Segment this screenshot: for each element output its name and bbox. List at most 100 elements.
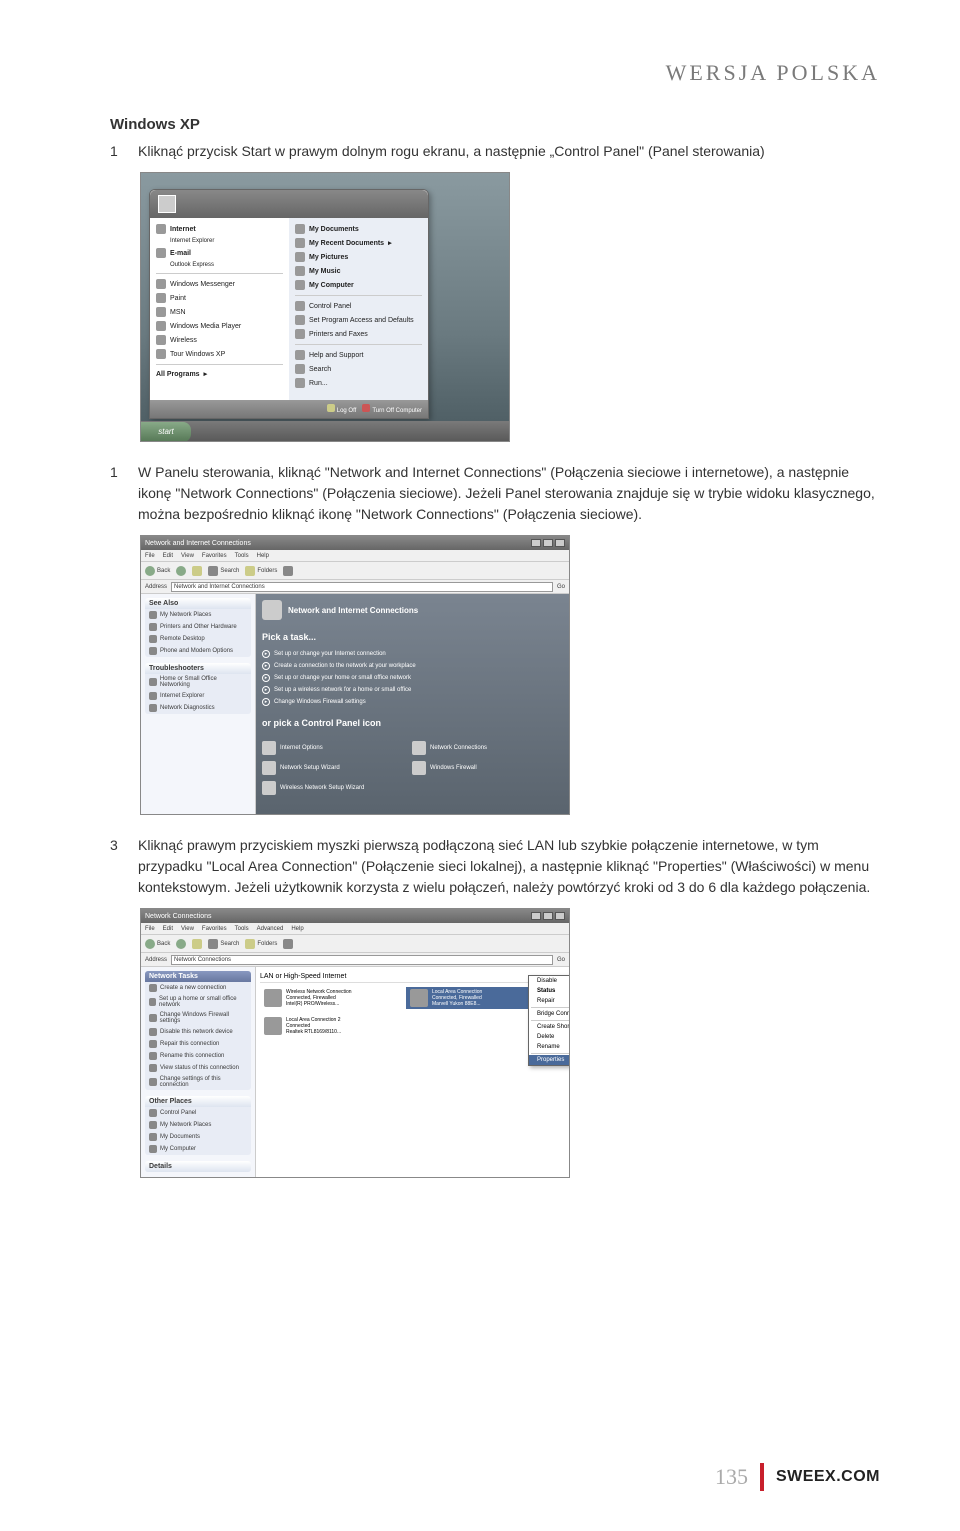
sidebar-item[interactable]: Create a new connection [145, 982, 251, 994]
views-button[interactable] [283, 566, 293, 576]
cp-icon-link[interactable]: Network Setup Wizard [262, 758, 382, 778]
context-status[interactable]: Status [529, 986, 570, 996]
sidebar-item[interactable]: My Network Places [145, 609, 251, 621]
sidebar-item[interactable]: Remote Desktop [145, 633, 251, 645]
sidebar-item[interactable]: Phone and Modem Options [145, 645, 251, 657]
cp-icon-link[interactable]: Windows Firewall [412, 758, 532, 778]
sidebar-item[interactable]: Printers and Other Hardware [145, 621, 251, 633]
back-button[interactable]: Back [145, 939, 170, 949]
sidebar-item[interactable]: Home or Small Office Networking [145, 674, 251, 690]
minimize-button[interactable] [531, 539, 541, 547]
task-link[interactable]: ▸Set up or change your home or small off… [262, 672, 563, 684]
sidebar-item[interactable]: Change Windows Firewall settings [145, 1010, 251, 1026]
sidebar-item[interactable]: My Documents [145, 1131, 251, 1143]
task-link[interactable]: ▸Set up a wireless network for a home or… [262, 684, 563, 696]
start-item[interactable]: Search [291, 362, 426, 376]
logoff-button[interactable]: Log Off [327, 404, 357, 414]
sidebar-item[interactable]: My Computer [145, 1143, 251, 1155]
up-button[interactable] [192, 939, 202, 949]
start-item[interactable]: Printers and Faxes [291, 327, 426, 341]
maximize-button[interactable] [543, 912, 553, 920]
menu-file[interactable]: File [145, 926, 155, 932]
go-button[interactable]: Go [557, 584, 565, 590]
go-button[interactable]: Go [557, 957, 565, 963]
sidebar-item[interactable]: Repair this connection [145, 1038, 251, 1050]
menu-view[interactable]: View [181, 926, 194, 932]
start-item-control-panel[interactable]: Control Panel [291, 299, 426, 313]
sidebar-item[interactable]: Network Diagnostics [145, 702, 251, 714]
cp-icon-link[interactable]: Internet Options [262, 738, 382, 758]
context-delete[interactable]: Delete [529, 1032, 570, 1042]
start-item-email[interactable]: E-mail [152, 246, 287, 260]
minimize-button[interactable] [531, 912, 541, 920]
start-item[interactable]: Tour Windows XP [152, 347, 287, 361]
sidebar-item[interactable]: Change settings of this connection [145, 1074, 251, 1090]
address-input[interactable]: Network Connections [171, 955, 553, 965]
sidebar-item[interactable]: View status of this connection [145, 1062, 251, 1074]
menu-view[interactable]: View [181, 553, 194, 559]
menu-file[interactable]: File [145, 553, 155, 559]
folders-button[interactable]: Folders [245, 566, 277, 576]
up-button[interactable] [192, 566, 202, 576]
connection-item-selected[interactable]: Local Area Connection Connected, Firewal… [406, 987, 546, 1009]
close-button[interactable] [555, 912, 565, 920]
sidebar-group-network-tasks: Network Tasks [145, 971, 251, 982]
menu-help[interactable]: Help [291, 926, 303, 932]
close-button[interactable] [555, 539, 565, 547]
forward-button[interactable] [176, 566, 186, 576]
back-button[interactable]: Back [145, 566, 170, 576]
menu-advanced[interactable]: Advanced [257, 926, 284, 932]
context-disable[interactable]: Disable [529, 976, 570, 986]
start-item[interactable]: My Documents [291, 222, 426, 236]
folders-button[interactable]: Folders [245, 939, 277, 949]
menu-favorites[interactable]: Favorites [202, 553, 227, 559]
menu-favorites[interactable]: Favorites [202, 926, 227, 932]
maximize-button[interactable] [543, 539, 553, 547]
computer-icon [295, 280, 305, 290]
menu-edit[interactable]: Edit [163, 926, 173, 932]
context-bridge[interactable]: Bridge Connections [529, 1009, 570, 1019]
turnoff-button[interactable]: Turn Off Computer [362, 404, 422, 414]
start-item[interactable]: My Recent Documents▸ [291, 236, 426, 250]
task-link[interactable]: ▸Set up or change your Internet connecti… [262, 648, 563, 660]
task-link[interactable]: ▸Create a connection to the network at y… [262, 660, 563, 672]
address-input[interactable]: Network and Internet Connections [171, 582, 553, 592]
start-item[interactable]: Run... [291, 376, 426, 390]
sidebar-item[interactable]: My Network Places [145, 1119, 251, 1131]
menu-help[interactable]: Help [257, 553, 269, 559]
start-item[interactable]: Wireless [152, 333, 287, 347]
start-item[interactable]: Windows Media Player [152, 319, 287, 333]
search-button[interactable]: Search [208, 566, 239, 576]
forward-button[interactable] [176, 939, 186, 949]
views-button[interactable] [283, 939, 293, 949]
start-item[interactable]: MSN [152, 305, 287, 319]
context-shortcut[interactable]: Create Shortcut [529, 1022, 570, 1032]
start-item[interactable]: Set Program Access and Defaults [291, 313, 426, 327]
start-item[interactable]: My Pictures [291, 250, 426, 264]
cp-icon-link[interactable]: Wireless Network Setup Wizard [262, 778, 382, 798]
menu-tools[interactable]: Tools [235, 926, 249, 932]
context-repair[interactable]: Repair [529, 996, 570, 1006]
connection-item[interactable]: Wireless Network Connection Connected, F… [260, 987, 400, 1009]
start-item[interactable]: Paint [152, 291, 287, 305]
start-item[interactable]: Help and Support [291, 348, 426, 362]
context-properties[interactable]: Properties [529, 1055, 570, 1065]
start-button[interactable]: start [141, 422, 191, 442]
all-programs[interactable]: All Programs▸ [152, 368, 287, 380]
menu-tools[interactable]: Tools [235, 553, 249, 559]
search-button[interactable]: Search [208, 939, 239, 949]
cp-icon-link[interactable]: Network Connections [412, 738, 532, 758]
sidebar-item[interactable]: Rename this connection [145, 1050, 251, 1062]
context-rename[interactable]: Rename [529, 1042, 570, 1052]
sidebar-item[interactable]: Set up a home or small office network [145, 994, 251, 1010]
start-item[interactable]: My Computer [291, 278, 426, 292]
connection-item[interactable]: Local Area Connection 2 Connected Realte… [260, 1015, 400, 1037]
sidebar-item[interactable]: Disable this network device [145, 1026, 251, 1038]
start-item[interactable]: My Music [291, 264, 426, 278]
start-item-internet[interactable]: Internet [152, 222, 287, 236]
sidebar-item[interactable]: Control Panel [145, 1107, 251, 1119]
sidebar-item[interactable]: Internet Explorer [145, 690, 251, 702]
menu-edit[interactable]: Edit [163, 553, 173, 559]
task-link[interactable]: ▸Change Windows Firewall settings [262, 696, 563, 708]
start-item[interactable]: Windows Messenger [152, 277, 287, 291]
